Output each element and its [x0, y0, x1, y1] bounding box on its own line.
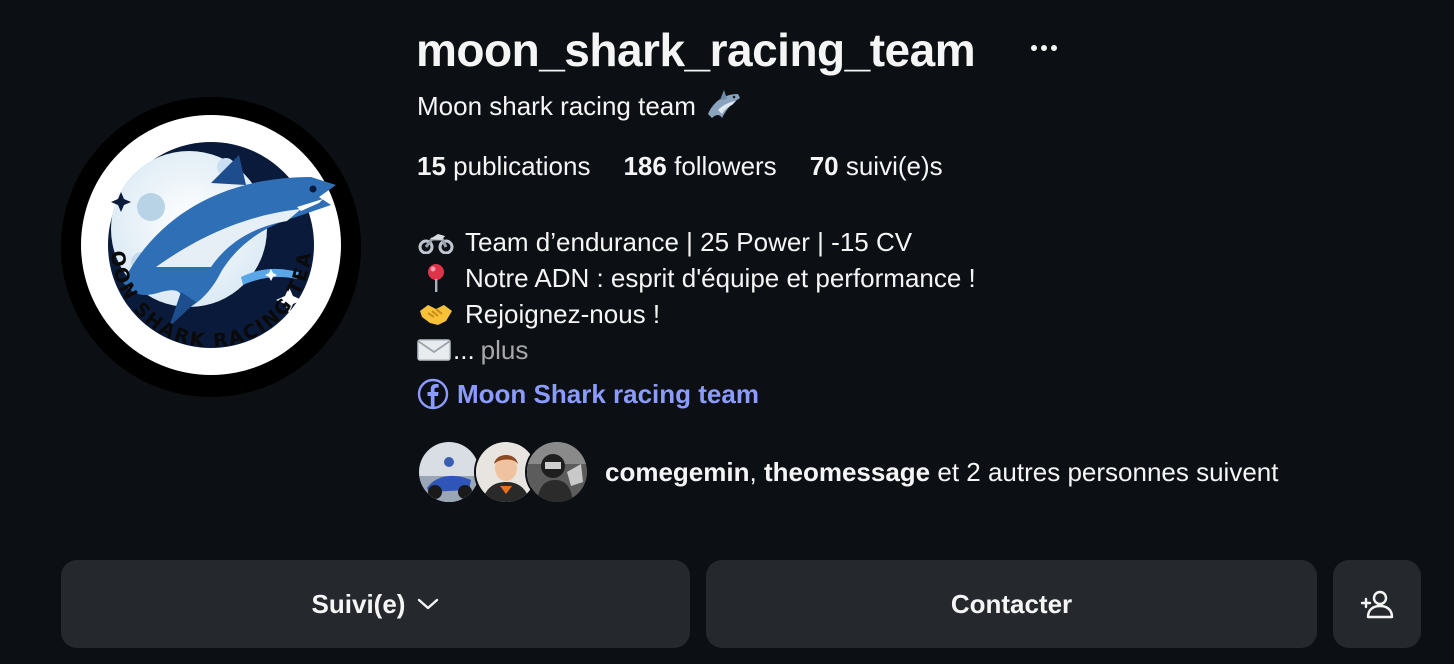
- bio-line: Rejoignez-nous !: [417, 296, 976, 332]
- profile-username: moon_shark_racing_team: [416, 24, 976, 76]
- profile-stats: 15 publications 186 followers 70 suivi(e…: [417, 148, 943, 184]
- add-user-icon: [1360, 590, 1394, 619]
- motorcycle-icon: [417, 227, 455, 257]
- contact-button-label: Contacter: [950, 588, 1073, 619]
- contact-button[interactable]: Contacter: [706, 560, 1317, 648]
- mutual-avatar: [417, 440, 481, 504]
- facebook-link[interactable]: Moon Shark racing team: [417, 376, 759, 412]
- full-name-text: Moon shark racing team: [417, 91, 696, 121]
- shark-emoji-icon: [704, 88, 742, 124]
- stat-following[interactable]: 70 suivi(e)s: [810, 148, 943, 184]
- bio-line-text: Notre ADN : esprit d'équipe et performan…: [465, 263, 976, 293]
- bio-more-link[interactable]: plus: [481, 332, 529, 368]
- suggested-users-button[interactable]: [1333, 560, 1421, 648]
- facebook-icon: [417, 378, 449, 410]
- ellipsis-icon: [1031, 45, 1057, 51]
- envelope-icon: [417, 335, 451, 365]
- mutual-name[interactable]: comegemin: [605, 457, 750, 487]
- moon-shark-logo: MOON SHARK RACING TEAM: [61, 97, 361, 397]
- followed-by-suffix: et 2 autres personnes suivent: [930, 457, 1279, 487]
- profile-avatar[interactable]: MOON SHARK RACING TEAM: [61, 97, 361, 397]
- bio-line-text: Rejoignez-nous !: [465, 299, 661, 329]
- following-button-label: Suivi(e): [311, 588, 406, 619]
- stat-publications[interactable]: 15 publications: [417, 148, 590, 184]
- mutual-avatar: [525, 440, 589, 504]
- followed-by-text: comegemin, theomessage et 2 autres perso…: [605, 457, 1279, 487]
- facebook-link-text: Moon Shark racing team: [457, 379, 759, 409]
- bio-ellipsis: ...: [453, 335, 475, 365]
- profile-header: MOON SHARK RACING TEAM moon_shark_racing…: [0, 0, 1454, 664]
- mutual-avatars: [417, 439, 592, 505]
- stat-followers[interactable]: 186 followers: [623, 148, 776, 184]
- handshake-icon: [417, 299, 455, 329]
- followed-by[interactable]: comegemin, theomessage et 2 autres perso…: [417, 439, 1278, 505]
- bio-line: ... plus: [417, 332, 976, 368]
- following-button[interactable]: Suivi(e): [61, 560, 690, 648]
- round-pushpin-icon: [417, 263, 455, 293]
- more-options-button[interactable]: [1028, 28, 1060, 68]
- mutual-name[interactable]: theomessage: [764, 457, 930, 487]
- bio-line: Team d’endurance | 25 Power | -15 CV: [417, 224, 976, 260]
- bio-line-text: Team d’endurance | 25 Power | -15 CV: [465, 227, 913, 257]
- bio-line: Notre ADN : esprit d'équipe et performan…: [417, 260, 976, 296]
- profile-full-name: Moon shark racing team: [417, 88, 742, 124]
- chevron-down-icon: [418, 598, 439, 610]
- profile-bio: Team d’endurance | 25 Power | -15 CV Not…: [417, 224, 976, 368]
